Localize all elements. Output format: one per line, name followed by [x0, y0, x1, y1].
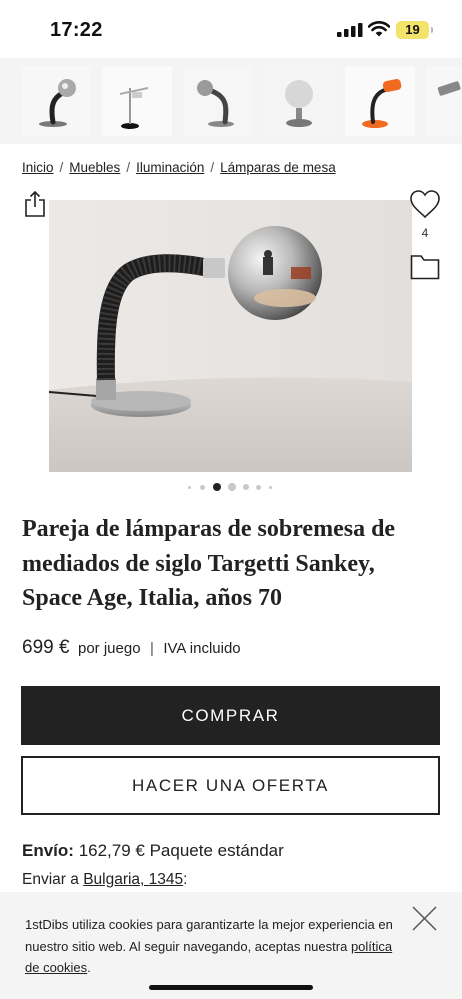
thumb-image-4 [264, 66, 334, 136]
cookie-end: . [87, 960, 91, 975]
heart-icon[interactable] [409, 189, 441, 219]
breadcrumb-link-table-lamps[interactable]: Lámparas de mesa [220, 160, 336, 175]
wifi-icon [368, 21, 390, 37]
battery-indicator: 19 [396, 21, 433, 39]
thumb-image-5 [345, 66, 415, 136]
shipping-row: Envío: 162,79 € Paquete estándar [22, 841, 284, 861]
thumb-image-1 [21, 66, 91, 136]
product-photo [49, 200, 412, 472]
thumbnail-2[interactable] [102, 66, 172, 136]
thumbnail-strip[interactable] [0, 58, 462, 144]
breadcrumb: Inicio / Muebles / Iluminación / Lámparas de m… [22, 160, 336, 175]
thumbnail-6[interactable] [426, 66, 462, 136]
carousel-dot[interactable] [243, 484, 249, 490]
carousel-dot[interactable] [200, 485, 205, 490]
status-bar: 17:22 19 [0, 0, 462, 58]
cookie-message: 1stDibs utiliza cookies para garantizart… [25, 917, 393, 954]
ship-to-row: Enviar a Bulgaria, 1345: [22, 871, 187, 889]
breadcrumb-separator: / [210, 160, 215, 175]
shipping-value: 162,79 € Paquete estándar [78, 841, 284, 860]
cookie-text: 1stDibs utiliza cookies para garantizart… [25, 914, 400, 979]
make-offer-button[interactable]: HACER UNA OFERTA [21, 756, 440, 815]
price-unit: por juego [78, 640, 141, 657]
close-icon[interactable] [411, 905, 438, 932]
status-time: 17:22 [50, 19, 103, 41]
thumb-image-6 [426, 66, 462, 136]
thumbnail-1[interactable] [21, 66, 91, 136]
product-title: Pareja de lámparas de sobremesa de media… [22, 516, 396, 611]
signal-icon [337, 23, 363, 37]
breadcrumb-link-furniture[interactable]: Muebles [69, 160, 120, 175]
carousel-dot-active[interactable] [213, 483, 221, 491]
thumbnail-3[interactable] [183, 66, 253, 136]
price-separator: | [150, 640, 154, 657]
breadcrumb-link-home[interactable]: Inicio [22, 160, 54, 175]
thumb-image-2 [102, 66, 172, 136]
ship-to-suffix: : [183, 871, 188, 888]
shipping-label: Envío: [22, 841, 74, 860]
buy-button[interactable]: COMPRAR [21, 686, 440, 745]
breadcrumb-link-lighting[interactable]: Iluminación [136, 160, 204, 175]
product-main-image[interactable] [49, 200, 412, 472]
share-icon[interactable] [24, 190, 46, 218]
thumbnail-5[interactable] [345, 66, 415, 136]
carousel-dot[interactable] [256, 485, 261, 490]
home-indicator [149, 985, 313, 990]
favorites-count: 4 [421, 226, 429, 240]
thumb-image-3 [183, 66, 253, 136]
carousel-dot[interactable] [228, 483, 236, 491]
breadcrumb-separator: / [59, 160, 64, 175]
price-value: 699 € [22, 637, 70, 658]
carousel-dot[interactable] [269, 486, 272, 489]
price-tax-note: IVA incluido [163, 640, 241, 657]
carousel-dot[interactable] [188, 486, 191, 489]
folder-icon[interactable] [410, 254, 440, 280]
ship-to-prefix: Enviar a [22, 871, 79, 888]
breadcrumb-separator: / [126, 160, 131, 175]
thumbnail-4[interactable] [264, 66, 334, 136]
price-row: 699 € por juego | IVA incluido [22, 637, 241, 659]
ship-to-destination-link[interactable]: Bulgaria, 1345 [83, 871, 183, 888]
cookie-banner: 1stDibs utiliza cookies para garantizart… [0, 892, 462, 999]
